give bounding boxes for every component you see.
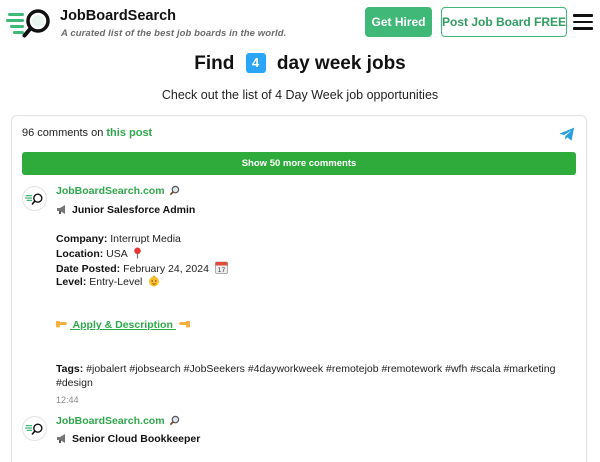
baby-icon (149, 275, 160, 287)
magnifier-icon (170, 185, 180, 196)
comments-count: 96 comments on this post (22, 127, 152, 139)
comments-card: 96 comments on this post Show 50 more co… (11, 115, 587, 462)
calendar-icon: 17 (214, 261, 228, 274)
brand-name[interactable]: JobBoardSearch (60, 8, 176, 24)
job-title: Senior Cloud Bookkeeper (56, 433, 200, 445)
magnifier-icon (170, 415, 180, 426)
avatar-logo-icon (24, 193, 42, 205)
pointing-left-hand-icon (178, 321, 190, 328)
comments-count-text: 96 comments on (22, 127, 104, 139)
level-label: Level: (56, 276, 87, 288)
date-value: February 24, 2024 (123, 263, 209, 275)
page-title: Find 4 day week jobs (0, 53, 600, 75)
telegram-icon[interactable] (558, 125, 576, 143)
get-hired-button[interactable]: Get Hired (365, 7, 432, 37)
post-time: 12:44 (56, 395, 79, 405)
number-badge: 4 (245, 53, 266, 73)
company-label: Company: (56, 233, 108, 245)
title-prefix: Find (194, 53, 235, 74)
tags-value: #jobalert #jobsearch #JobSeekers #4daywo… (56, 363, 556, 389)
job-title-text: Senior Cloud Bookkeeper (72, 433, 201, 445)
tags-label: Tags: (56, 363, 84, 375)
avatar-logo-icon (24, 423, 42, 435)
show-more-comments-button[interactable]: Show 50 more comments (22, 152, 576, 175)
post-link[interactable]: this post (106, 127, 152, 139)
post-author[interactable]: JobBoardSearch.com (56, 415, 180, 427)
megaphone-icon (57, 205, 65, 214)
company-value: Interrupt Media (110, 233, 181, 245)
post-tags: Tags: #jobalert #jobsearch #JobSeekers #… (56, 362, 566, 390)
post-author[interactable]: JobBoardSearch.com (56, 185, 180, 197)
job-title: Junior Salesforce Admin (56, 204, 195, 216)
post-author-name[interactable]: JobBoardSearch.com (56, 185, 165, 197)
brand-tagline: A curated list of the best job boards in… (61, 28, 287, 39)
avatar[interactable] (22, 416, 47, 441)
post-job-board-button[interactable]: Post Job Board FREE (441, 7, 567, 37)
hamburger-menu-icon[interactable] (573, 14, 593, 30)
level-value: Entry-Level (89, 276, 143, 288)
apply-link-text[interactable]: Apply & Description (73, 319, 173, 331)
job-title-text: Junior Salesforce Admin (72, 204, 196, 216)
megaphone-icon (57, 434, 65, 443)
pushpin-icon (134, 247, 141, 259)
svg-text:17: 17 (218, 267, 226, 274)
page-subtitle: Check out the list of 4 Day Week job opp… (161, 88, 439, 102)
date-label: Date Posted: (56, 263, 121, 275)
location-value: USA (106, 248, 128, 260)
logo-icon[interactable] (6, 7, 56, 39)
post-author-name[interactable]: JobBoardSearch.com (56, 415, 165, 427)
company-line: Company: Interrupt Media (56, 233, 181, 245)
site-header: JobBoardSearch A curated list of the bes… (0, 0, 600, 46)
avatar[interactable] (22, 186, 47, 211)
title-suffix: day week jobs (276, 53, 406, 74)
level-line: Level: Entry-Level (56, 275, 160, 288)
location-label: Location: (56, 248, 104, 260)
location-line: Location: USA (56, 247, 142, 260)
apply-description-link[interactable]: Apply & Description (56, 319, 190, 331)
date-line: Date Posted: February 24, 2024 17 (56, 261, 228, 275)
pointing-right-hand-icon (56, 321, 67, 328)
